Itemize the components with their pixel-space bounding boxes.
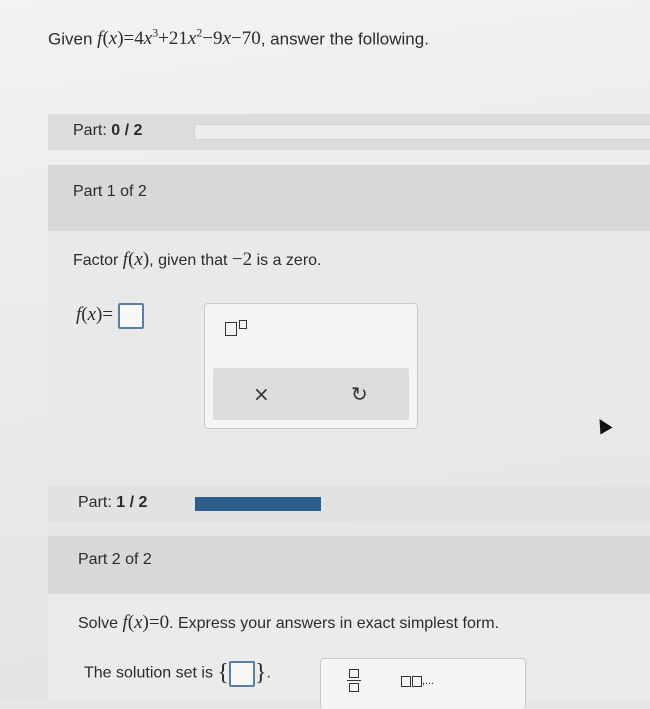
undo-icon[interactable]: ↻ [351, 382, 368, 406]
answer-label-fx: f(x)= [76, 304, 114, 326]
math-toolbox: × ↻ [204, 303, 418, 429]
clear-x-icon[interactable]: × [253, 382, 270, 406]
progress-bar-1 [194, 124, 650, 140]
part1-answer-row: f(x)= [76, 303, 144, 329]
question-header: Given f(x)=4x3+21x2−9x−70, answer the fo… [48, 26, 429, 50]
part-progress-label-1: Part: 0 / 2 [73, 122, 143, 139]
given-label: Given [48, 29, 93, 49]
polynomial: f(x)=4x3+21x2−9x−70 [97, 26, 261, 50]
part-progress-band-2: Part: 1 / 2 [48, 486, 650, 522]
part2-heading-band: Part 2 of 2 [48, 536, 650, 594]
progress-bar-2 [194, 496, 566, 512]
math-toolbox-2: ,... [320, 658, 526, 709]
toolbox-actions: × ↻ [213, 368, 409, 420]
part-progress-band-1: Part: 0 / 2 [48, 114, 650, 150]
progress-fill-2 [195, 497, 321, 511]
exponent-template-icon[interactable] [225, 320, 247, 338]
solution-row: The solution set is {}. [84, 660, 271, 687]
part1-heading: Part 1 of 2 [73, 183, 147, 200]
part2-panel: Solve f(x)=0. Express your answers in ex… [48, 594, 650, 709]
part2-heading: Part 2 of 2 [78, 551, 152, 568]
solution-label: The solution set is [84, 664, 213, 682]
part2-instruction: Solve f(x)=0. Express your answers in ex… [78, 612, 499, 633]
page: Given f(x)=4x3+21x2−9x−70, answer the fo… [0, 0, 650, 709]
part1-heading-band: Part 1 of 2 [48, 165, 650, 231]
solution-input-box[interactable] [228, 660, 255, 687]
answer-input-box[interactable] [117, 303, 144, 329]
fraction-template-icon[interactable] [347, 669, 361, 692]
question-suffix: , answer the following. [260, 29, 429, 49]
comma-list-template-icon[interactable]: ,... [401, 675, 434, 687]
part1-panel: Factor f(x), given that −2 is a zero. f(… [48, 231, 650, 456]
part-progress-label-2: Part: 1 / 2 [78, 494, 148, 511]
part1-instruction: Factor f(x), given that −2 is a zero. [73, 249, 322, 270]
